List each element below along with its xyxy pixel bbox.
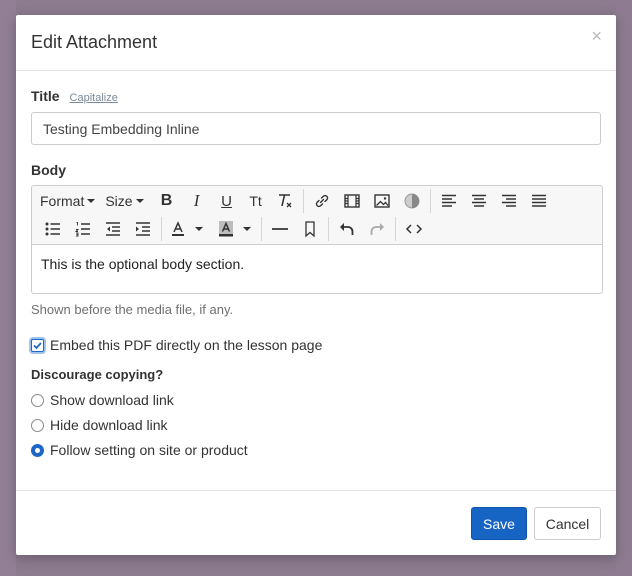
film-icon bbox=[343, 194, 360, 208]
redo-button[interactable] bbox=[362, 216, 392, 242]
toolbar-separator bbox=[429, 189, 431, 213]
radio-show-download-label[interactable]: Show download link bbox=[50, 392, 174, 408]
radio-follow-setting[interactable] bbox=[31, 443, 44, 457]
embed-checkbox-label[interactable]: Embed this PDF directly on the lesson pa… bbox=[50, 337, 322, 353]
numbered-list-button[interactable] bbox=[68, 216, 98, 242]
size-dropdown[interactable]: Size bbox=[99, 188, 147, 214]
close-button[interactable]: × bbox=[591, 27, 602, 45]
bullet-list-icon bbox=[45, 222, 60, 236]
undo-button[interactable] bbox=[332, 216, 362, 242]
outdent-button[interactable] bbox=[98, 216, 128, 242]
bold-icon: B bbox=[160, 192, 173, 209]
link-icon bbox=[315, 194, 328, 208]
save-button[interactable]: Save bbox=[471, 507, 527, 540]
title-label-row: Title Capitalize bbox=[31, 88, 118, 104]
chevron-down-icon bbox=[87, 199, 96, 203]
backdrop-right bbox=[616, 0, 632, 576]
chevron-down-icon bbox=[195, 227, 203, 231]
bold-button[interactable]: B bbox=[152, 188, 182, 214]
toolbar-row-2 bbox=[32, 215, 429, 243]
align-justify-icon bbox=[531, 194, 546, 207]
code-icon bbox=[405, 224, 423, 234]
title-label: Title bbox=[31, 88, 60, 104]
horizontal-rule-icon bbox=[272, 228, 288, 230]
contrast-icon bbox=[404, 193, 420, 209]
align-center-button[interactable] bbox=[464, 188, 494, 214]
background-color-dropdown[interactable] bbox=[239, 216, 255, 242]
text-transform-button[interactable]: Tt bbox=[242, 188, 270, 214]
format-dropdown-label: Format bbox=[40, 193, 85, 209]
toolbar-separator bbox=[261, 217, 262, 241]
align-left-button[interactable] bbox=[434, 188, 464, 214]
radio-dot bbox=[35, 447, 40, 453]
align-right-icon bbox=[501, 194, 516, 207]
rich-text-editor: Format Size B I U Tt This is the optiona… bbox=[31, 185, 603, 294]
background-color-button[interactable] bbox=[213, 216, 239, 242]
modal-header: Edit Attachment × bbox=[16, 15, 616, 71]
text-transform-icon: Tt bbox=[249, 193, 262, 209]
radio-show-download[interactable] bbox=[31, 393, 44, 407]
backdrop-left bbox=[0, 0, 16, 576]
discourage-copying-label: Discourage copying? bbox=[31, 367, 164, 382]
clear-formatting-icon bbox=[278, 194, 292, 208]
source-code-button[interactable] bbox=[399, 216, 429, 242]
editor-content-area[interactable]: This is the optional body section. bbox=[32, 245, 602, 283]
modal-title: Edit Attachment bbox=[31, 32, 158, 52]
text-color-dropdown[interactable] bbox=[191, 216, 207, 242]
toolbar-separator bbox=[161, 217, 162, 241]
bookmark-button[interactable] bbox=[295, 216, 325, 242]
background-color-icon bbox=[219, 221, 233, 237]
indent-button[interactable] bbox=[128, 216, 158, 242]
text-color-button[interactable] bbox=[165, 216, 191, 242]
underline-icon: U bbox=[221, 192, 232, 210]
align-left-icon bbox=[441, 194, 456, 207]
modal-footer: Save Cancel bbox=[16, 490, 616, 555]
toolbar-separator bbox=[302, 189, 304, 213]
numbered-list-icon bbox=[74, 222, 90, 237]
clear-formatting-button[interactable] bbox=[270, 188, 300, 214]
radio-option-show-download[interactable]: Show download link bbox=[31, 392, 174, 408]
embed-option-row[interactable]: Embed this PDF directly on the lesson pa… bbox=[31, 337, 322, 353]
body-hint-text: Shown before the media file, if any. bbox=[31, 302, 234, 317]
embed-checkbox[interactable] bbox=[31, 338, 44, 352]
contrast-button[interactable] bbox=[397, 188, 427, 214]
video-button[interactable] bbox=[337, 188, 367, 214]
italic-button[interactable]: I bbox=[182, 188, 212, 214]
title-input[interactable] bbox=[31, 112, 601, 145]
toolbar-row-1: Format Size B I U Tt bbox=[32, 187, 554, 215]
edit-attachment-modal: Edit Attachment × Title Capitalize Body … bbox=[16, 15, 616, 555]
radio-follow-setting-label[interactable]: Follow setting on site or product bbox=[50, 442, 248, 458]
body-label: Body bbox=[31, 162, 66, 178]
format-dropdown[interactable]: Format bbox=[32, 188, 99, 214]
horizontal-rule-button[interactable] bbox=[265, 216, 295, 242]
italic-icon: I bbox=[193, 191, 200, 210]
radio-option-follow-setting[interactable]: Follow setting on site or product bbox=[31, 442, 248, 458]
align-center-icon bbox=[471, 194, 486, 207]
text-color-icon bbox=[172, 221, 184, 236]
radio-hide-download[interactable] bbox=[31, 418, 44, 432]
align-right-button[interactable] bbox=[494, 188, 524, 214]
indent-icon bbox=[136, 222, 150, 236]
redo-icon bbox=[370, 223, 384, 235]
editor-toolbar: Format Size B I U Tt bbox=[32, 186, 602, 245]
chevron-down-icon bbox=[135, 199, 144, 203]
check-icon bbox=[33, 341, 42, 349]
undo-icon bbox=[340, 223, 354, 235]
chevron-down-icon bbox=[243, 227, 251, 231]
capitalize-link[interactable]: Capitalize bbox=[70, 92, 118, 104]
radio-option-hide-download[interactable]: Hide download link bbox=[31, 417, 168, 433]
bookmark-icon bbox=[305, 221, 315, 238]
image-button[interactable] bbox=[367, 188, 397, 214]
toolbar-separator bbox=[328, 217, 329, 241]
outdent-icon bbox=[106, 222, 120, 236]
toolbar-separator bbox=[395, 217, 396, 241]
size-dropdown-label: Size bbox=[105, 193, 133, 209]
radio-hide-download-label[interactable]: Hide download link bbox=[50, 417, 168, 433]
underline-button[interactable]: U bbox=[212, 188, 242, 214]
align-justify-button[interactable] bbox=[524, 188, 554, 214]
image-icon bbox=[373, 194, 390, 208]
link-button[interactable] bbox=[307, 188, 337, 214]
bullet-list-button[interactable] bbox=[38, 216, 68, 242]
cancel-button[interactable]: Cancel bbox=[534, 507, 601, 540]
